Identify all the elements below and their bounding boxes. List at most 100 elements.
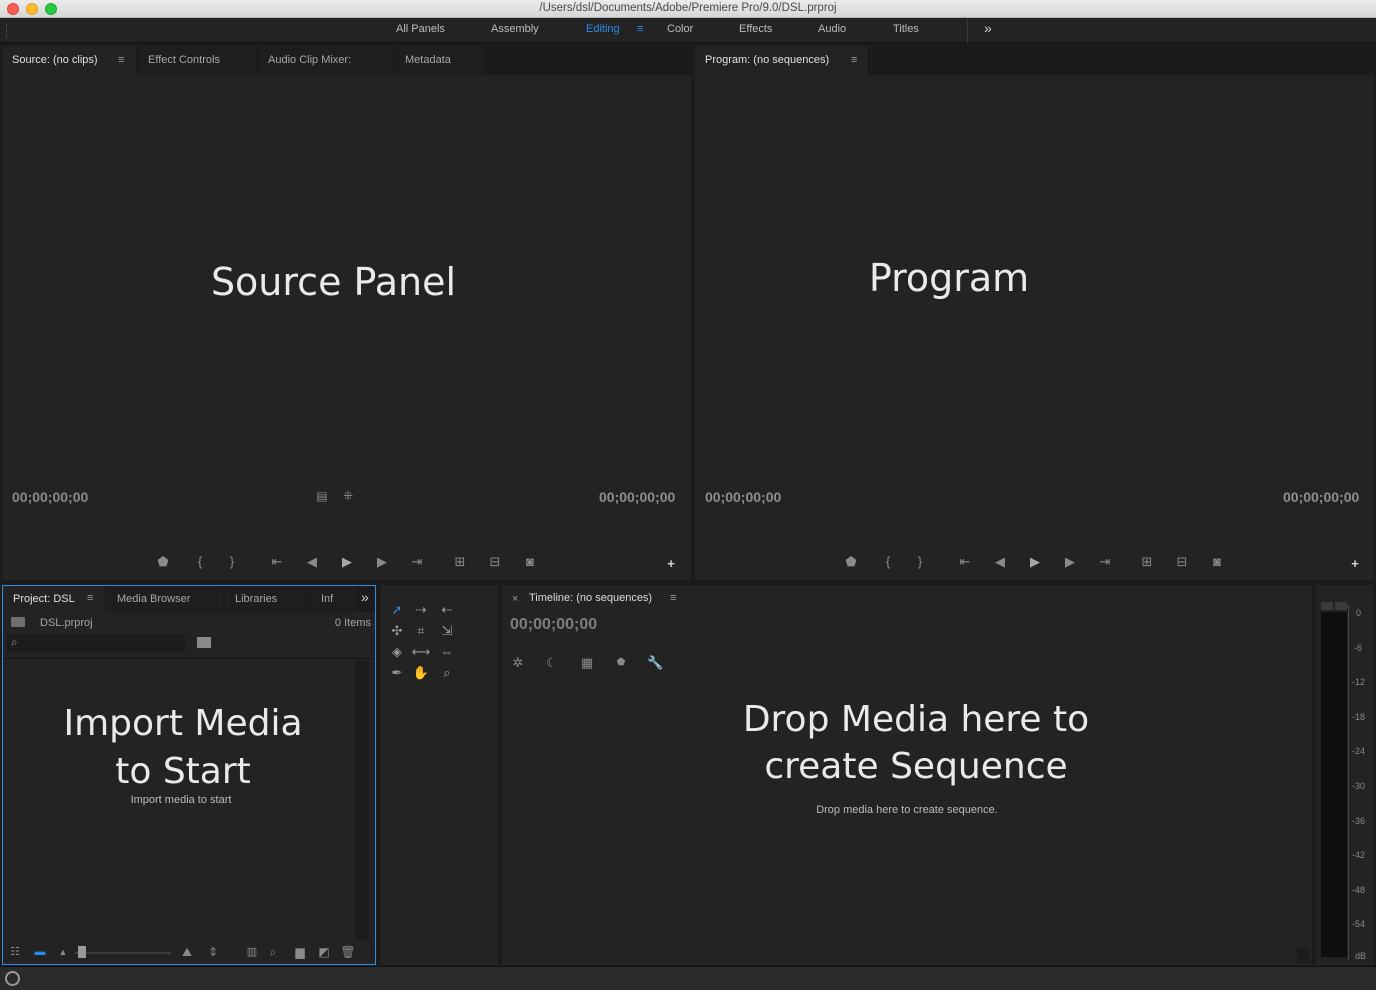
meter-scale-0: 0 <box>1356 608 1362 618</box>
hand-tool-icon[interactable]: ✋ <box>411 664 431 682</box>
creative-cloud-icon[interactable] <box>5 971 20 986</box>
marker-icon[interactable]: ⬟ <box>613 655 629 671</box>
plus-icon[interactable]: + <box>1347 556 1363 572</box>
meter-scale-36: -36 <box>1352 816 1366 826</box>
list-view-icon[interactable]: ☷ <box>7 944 23 960</box>
tab-media-browser-label: Media Browser <box>117 593 191 605</box>
ripple-edit-tool-icon[interactable]: ✣ <box>387 622 407 640</box>
tab-audio-clip-mixer[interactable]: Audio Clip Mixer: <box>258 46 393 75</box>
slide-tool-icon[interactable]: ⇔ <box>437 643 457 661</box>
timeline-drop-hint: Drop media here to create sequence. <box>816 804 998 816</box>
tab-source[interactable]: Source: (no clips) <box>2 46 136 75</box>
workspace-tab-effects[interactable]: Effects <box>739 23 772 35</box>
step-back-icon[interactable]: ◀ <box>304 554 320 570</box>
timeline-corner-handle[interactable] <box>1297 948 1310 963</box>
drag-audio-icon[interactable]: ⁜ <box>340 488 356 504</box>
camera-icon[interactable]: ◙ <box>1209 554 1225 570</box>
workspace-overflow-icon[interactable]: » <box>984 20 992 36</box>
slip-tool-icon[interactable]: ⟷ <box>411 643 431 661</box>
meter-scale-42: -42 <box>1352 850 1366 860</box>
extract-icon[interactable]: ⊟ <box>1174 554 1190 570</box>
tab-timeline[interactable]: Timeline: (no sequences) <box>529 592 652 604</box>
zoom-slider-handle[interactable] <box>78 946 86 958</box>
go-to-out-icon[interactable]: ⇥ <box>1097 554 1113 570</box>
plus-icon[interactable]: + <box>663 556 679 572</box>
overwrite-icon[interactable]: ⊟ <box>487 554 503 570</box>
rate-stretch-tool-icon[interactable]: ⇲ <box>437 622 457 640</box>
program-menu-icon[interactable]: ≡ <box>851 54 857 66</box>
zoom-out-icon[interactable]: ▲ <box>55 944 71 960</box>
meter-scale-18: -18 <box>1352 712 1366 722</box>
selection-tool-icon[interactable]: ➚ <box>387 601 407 619</box>
zoom-slider[interactable] <box>75 952 171 954</box>
step-forward-icon[interactable]: ▶ <box>374 554 390 570</box>
play-icon[interactable]: ▶ <box>339 554 355 570</box>
workspace-tab-color[interactable]: Color <box>667 23 693 35</box>
lift-icon[interactable]: ⊞ <box>1139 554 1155 570</box>
source-playhead-timecode[interactable]: 00;00;00;00 <box>12 489 88 505</box>
workspace-tab-editing[interactable]: Editing <box>586 23 620 35</box>
tab-metadata[interactable]: Metadata <box>395 46 483 75</box>
project-panel: Project: DSL ≡ Media Browser Libraries I… <box>2 585 376 965</box>
workspace-tab-all-panels[interactable]: All Panels <box>396 23 445 35</box>
zoom-in-icon[interactable]: ⛰ <box>179 944 195 960</box>
source-panel-tabs: Source: (no clips) ≡ Effect Controls Aud… <box>2 46 691 75</box>
find-icon[interactable]: ⌕ <box>265 944 281 960</box>
workspace-menu-icon[interactable]: ≡ <box>637 23 643 35</box>
add-marker-timeline-icon[interactable]: ▦ <box>579 655 595 671</box>
wrench-icon[interactable]: 🔧 <box>647 655 663 671</box>
track-select-backward-icon[interactable]: ⇠ <box>437 601 457 619</box>
insert-icon[interactable]: ⊞ <box>452 554 468 570</box>
marker-icon[interactable]: ⬟ <box>843 554 859 570</box>
workspace-tab-assembly[interactable]: Assembly <box>491 23 539 35</box>
trash-icon[interactable]: 🗑 <box>340 944 356 960</box>
source-duration-timecode: 00;00;00;00 <box>599 489 676 505</box>
window-titlebar: /Users/dsl/Documents/Adobe/Premiere Pro/… <box>0 0 1376 18</box>
workspace-tab-audio[interactable]: Audio <box>818 23 846 35</box>
tab-libraries[interactable]: Libraries <box>225 586 309 612</box>
go-to-out-icon[interactable]: ⇥ <box>409 554 425 570</box>
project-overflow-icon[interactable]: » <box>361 589 369 605</box>
automate-to-sequence-icon[interactable]: ▥ <box>244 944 260 960</box>
zoom-tool-icon[interactable]: ⌕ <box>437 664 457 682</box>
tab-program[interactable]: Program: (no sequences) <box>695 46 867 75</box>
timeline-menu-icon[interactable]: ≡ <box>670 592 676 604</box>
linked-selection-icon[interactable]: ☾ <box>544 655 560 671</box>
tab-media-browser[interactable]: Media Browser <box>107 586 223 612</box>
project-menu-icon[interactable]: ≡ <box>87 592 93 604</box>
pen-tool-icon[interactable]: ✒ <box>387 664 407 682</box>
rolling-edit-tool-icon[interactable]: ⌗ <box>411 622 431 640</box>
icon-view-icon[interactable]: ▬ <box>32 944 48 960</box>
mark-out-icon[interactable]: } <box>912 554 928 570</box>
razor-tool-icon[interactable]: ◈ <box>387 643 407 661</box>
drag-video-icon[interactable]: ▤ <box>314 488 330 504</box>
meter-scale-24: -24 <box>1352 746 1366 756</box>
go-to-in-icon[interactable]: ⇤ <box>269 554 285 570</box>
source-panel-overlay-text: Source Panel <box>210 260 457 304</box>
play-icon[interactable]: ▶ <box>1027 554 1043 570</box>
tab-effect-controls[interactable]: Effect Controls <box>138 46 256 75</box>
marker-icon[interactable]: ⬟ <box>155 554 171 570</box>
new-bin-icon[interactable]: ▆ <box>292 944 308 960</box>
new-search-bin-icon[interactable] <box>197 637 211 648</box>
camera-icon[interactable]: ◙ <box>522 554 538 570</box>
tab-info[interactable]: Inf <box>311 586 355 612</box>
new-item-icon[interactable]: ◩ <box>316 944 332 960</box>
track-select-tool-icon[interactable]: ⇢ <box>411 601 431 619</box>
workspace-tab-titles[interactable]: Titles <box>893 23 919 35</box>
program-playhead-timecode[interactable]: 00;00;00;00 <box>705 489 781 505</box>
go-to-in-icon[interactable]: ⇤ <box>957 554 973 570</box>
step-back-icon[interactable]: ◀ <box>992 554 1008 570</box>
project-search-field[interactable]: ⌕ <box>7 634 185 653</box>
close-icon[interactable]: × <box>512 593 518 605</box>
mark-in-icon[interactable]: { <box>880 554 896 570</box>
step-forward-icon[interactable]: ▶ <box>1062 554 1078 570</box>
mark-out-icon[interactable]: } <box>224 554 240 570</box>
source-menu-icon[interactable]: ≡ <box>118 54 124 66</box>
timeline-timecode[interactable]: 00;00;00;00 <box>510 616 597 634</box>
snap-icon[interactable]: ✲ <box>510 655 526 671</box>
sort-icons-icon[interactable]: ⇕ <box>205 944 221 960</box>
project-search-input[interactable] <box>27 636 177 650</box>
project-file-name: DSL.prproj <box>40 617 93 629</box>
mark-in-icon[interactable]: { <box>192 554 208 570</box>
